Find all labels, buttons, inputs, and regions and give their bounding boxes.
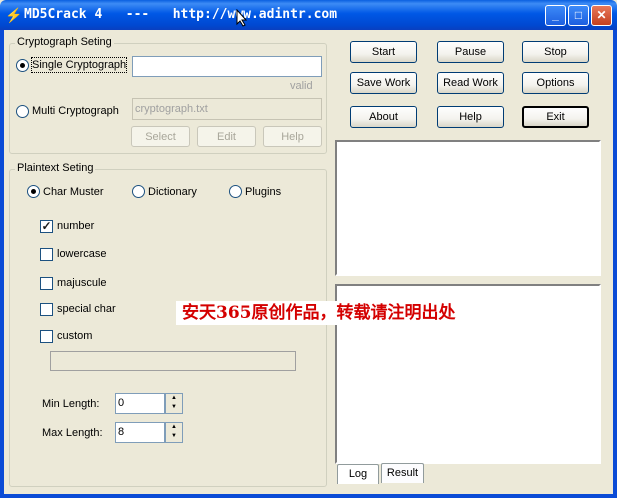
maximize-button[interactable]: □ <box>568 5 589 26</box>
spin-up-icon[interactable]: ▲ <box>166 423 182 432</box>
min-length-label: Min Length: <box>42 398 100 410</box>
char-muster-radio[interactable] <box>27 185 40 198</box>
stop-button[interactable]: Stop <box>522 41 589 63</box>
spin-down-icon[interactable]: ▼ <box>166 403 182 412</box>
custom-checkbox[interactable] <box>40 330 53 343</box>
save-work-button[interactable]: Save Work <box>350 72 417 94</box>
window-frame-bottom <box>0 494 617 498</box>
mouse-cursor-icon <box>236 9 248 27</box>
spin-up-icon[interactable]: ▲ <box>166 394 182 403</box>
dictionary-label[interactable]: Dictionary <box>148 185 197 199</box>
plugins-radio[interactable] <box>229 185 242 198</box>
options-button[interactable]: Options <box>522 72 589 94</box>
lowercase-label[interactable]: lowercase <box>57 247 107 261</box>
number-checkbox[interactable]: ✓ <box>40 220 53 233</box>
majuscule-checkbox[interactable] <box>40 277 53 290</box>
max-length-spinner[interactable]: ▲ ▼ <box>165 422 183 443</box>
edit-button[interactable]: Edit <box>197 126 256 147</box>
minimize-button[interactable]: _ <box>545 5 566 26</box>
multi-cryptograph-label[interactable]: Multi Cryptograph <box>32 104 119 118</box>
start-button[interactable]: Start <box>350 41 417 63</box>
plaintext-group-label: Plaintext Seting <box>15 162 96 175</box>
custom-chars-input[interactable] <box>50 351 296 371</box>
window-frame-left <box>0 30 4 498</box>
tab-log[interactable]: Log <box>337 464 379 484</box>
lowercase-checkbox[interactable] <box>40 248 53 261</box>
multi-cryptograph-radio[interactable] <box>16 105 29 118</box>
plugins-label[interactable]: Plugins <box>245 185 281 199</box>
app-icon[interactable]: ⚡ <box>5 7 22 23</box>
cryptograph-help-button[interactable]: Help <box>263 126 322 147</box>
spin-down-icon[interactable]: ▼ <box>166 432 182 441</box>
majuscule-label[interactable]: majuscule <box>57 276 107 290</box>
progress-pane[interactable] <box>335 140 601 276</box>
pause-button[interactable]: Pause <box>437 41 504 63</box>
window-frame-right <box>613 30 617 498</box>
about-button[interactable]: About <box>350 106 417 128</box>
window-title: MD5Crack 4 --- http://www.adintr.com <box>24 7 338 22</box>
watermark-text: 安天365原创作品，转载请注明出处 <box>176 301 462 325</box>
single-cryptograph-input[interactable] <box>132 56 322 77</box>
tab-result[interactable]: Result <box>381 463 424 483</box>
dictionary-radio[interactable] <box>132 185 145 198</box>
valid-status: valid <box>290 80 313 92</box>
custom-label[interactable]: custom <box>57 329 92 343</box>
single-cryptograph-label[interactable]: Single Cryptograph <box>30 57 128 73</box>
exit-button[interactable]: Exit <box>522 106 589 128</box>
special-char-checkbox[interactable] <box>40 303 53 316</box>
special-char-label[interactable]: special char <box>57 302 116 316</box>
read-work-button[interactable]: Read Work <box>437 72 504 94</box>
help-button[interactable]: Help <box>437 106 504 128</box>
min-length-input[interactable]: 0 <box>115 393 165 414</box>
char-muster-label[interactable]: Char Muster <box>43 185 104 199</box>
select-button[interactable]: Select <box>131 126 190 147</box>
close-button[interactable]: ✕ <box>591 5 612 26</box>
max-length-label: Max Length: <box>42 427 103 439</box>
number-label[interactable]: number <box>57 219 94 233</box>
min-length-spinner[interactable]: ▲ ▼ <box>165 393 183 414</box>
max-length-input[interactable]: 8 <box>115 422 165 443</box>
single-cryptograph-radio[interactable] <box>16 59 29 72</box>
cryptograph-group-label: Cryptograph Seting <box>15 36 114 49</box>
multi-cryptograph-file-input[interactable]: cryptograph.txt <box>132 98 322 120</box>
